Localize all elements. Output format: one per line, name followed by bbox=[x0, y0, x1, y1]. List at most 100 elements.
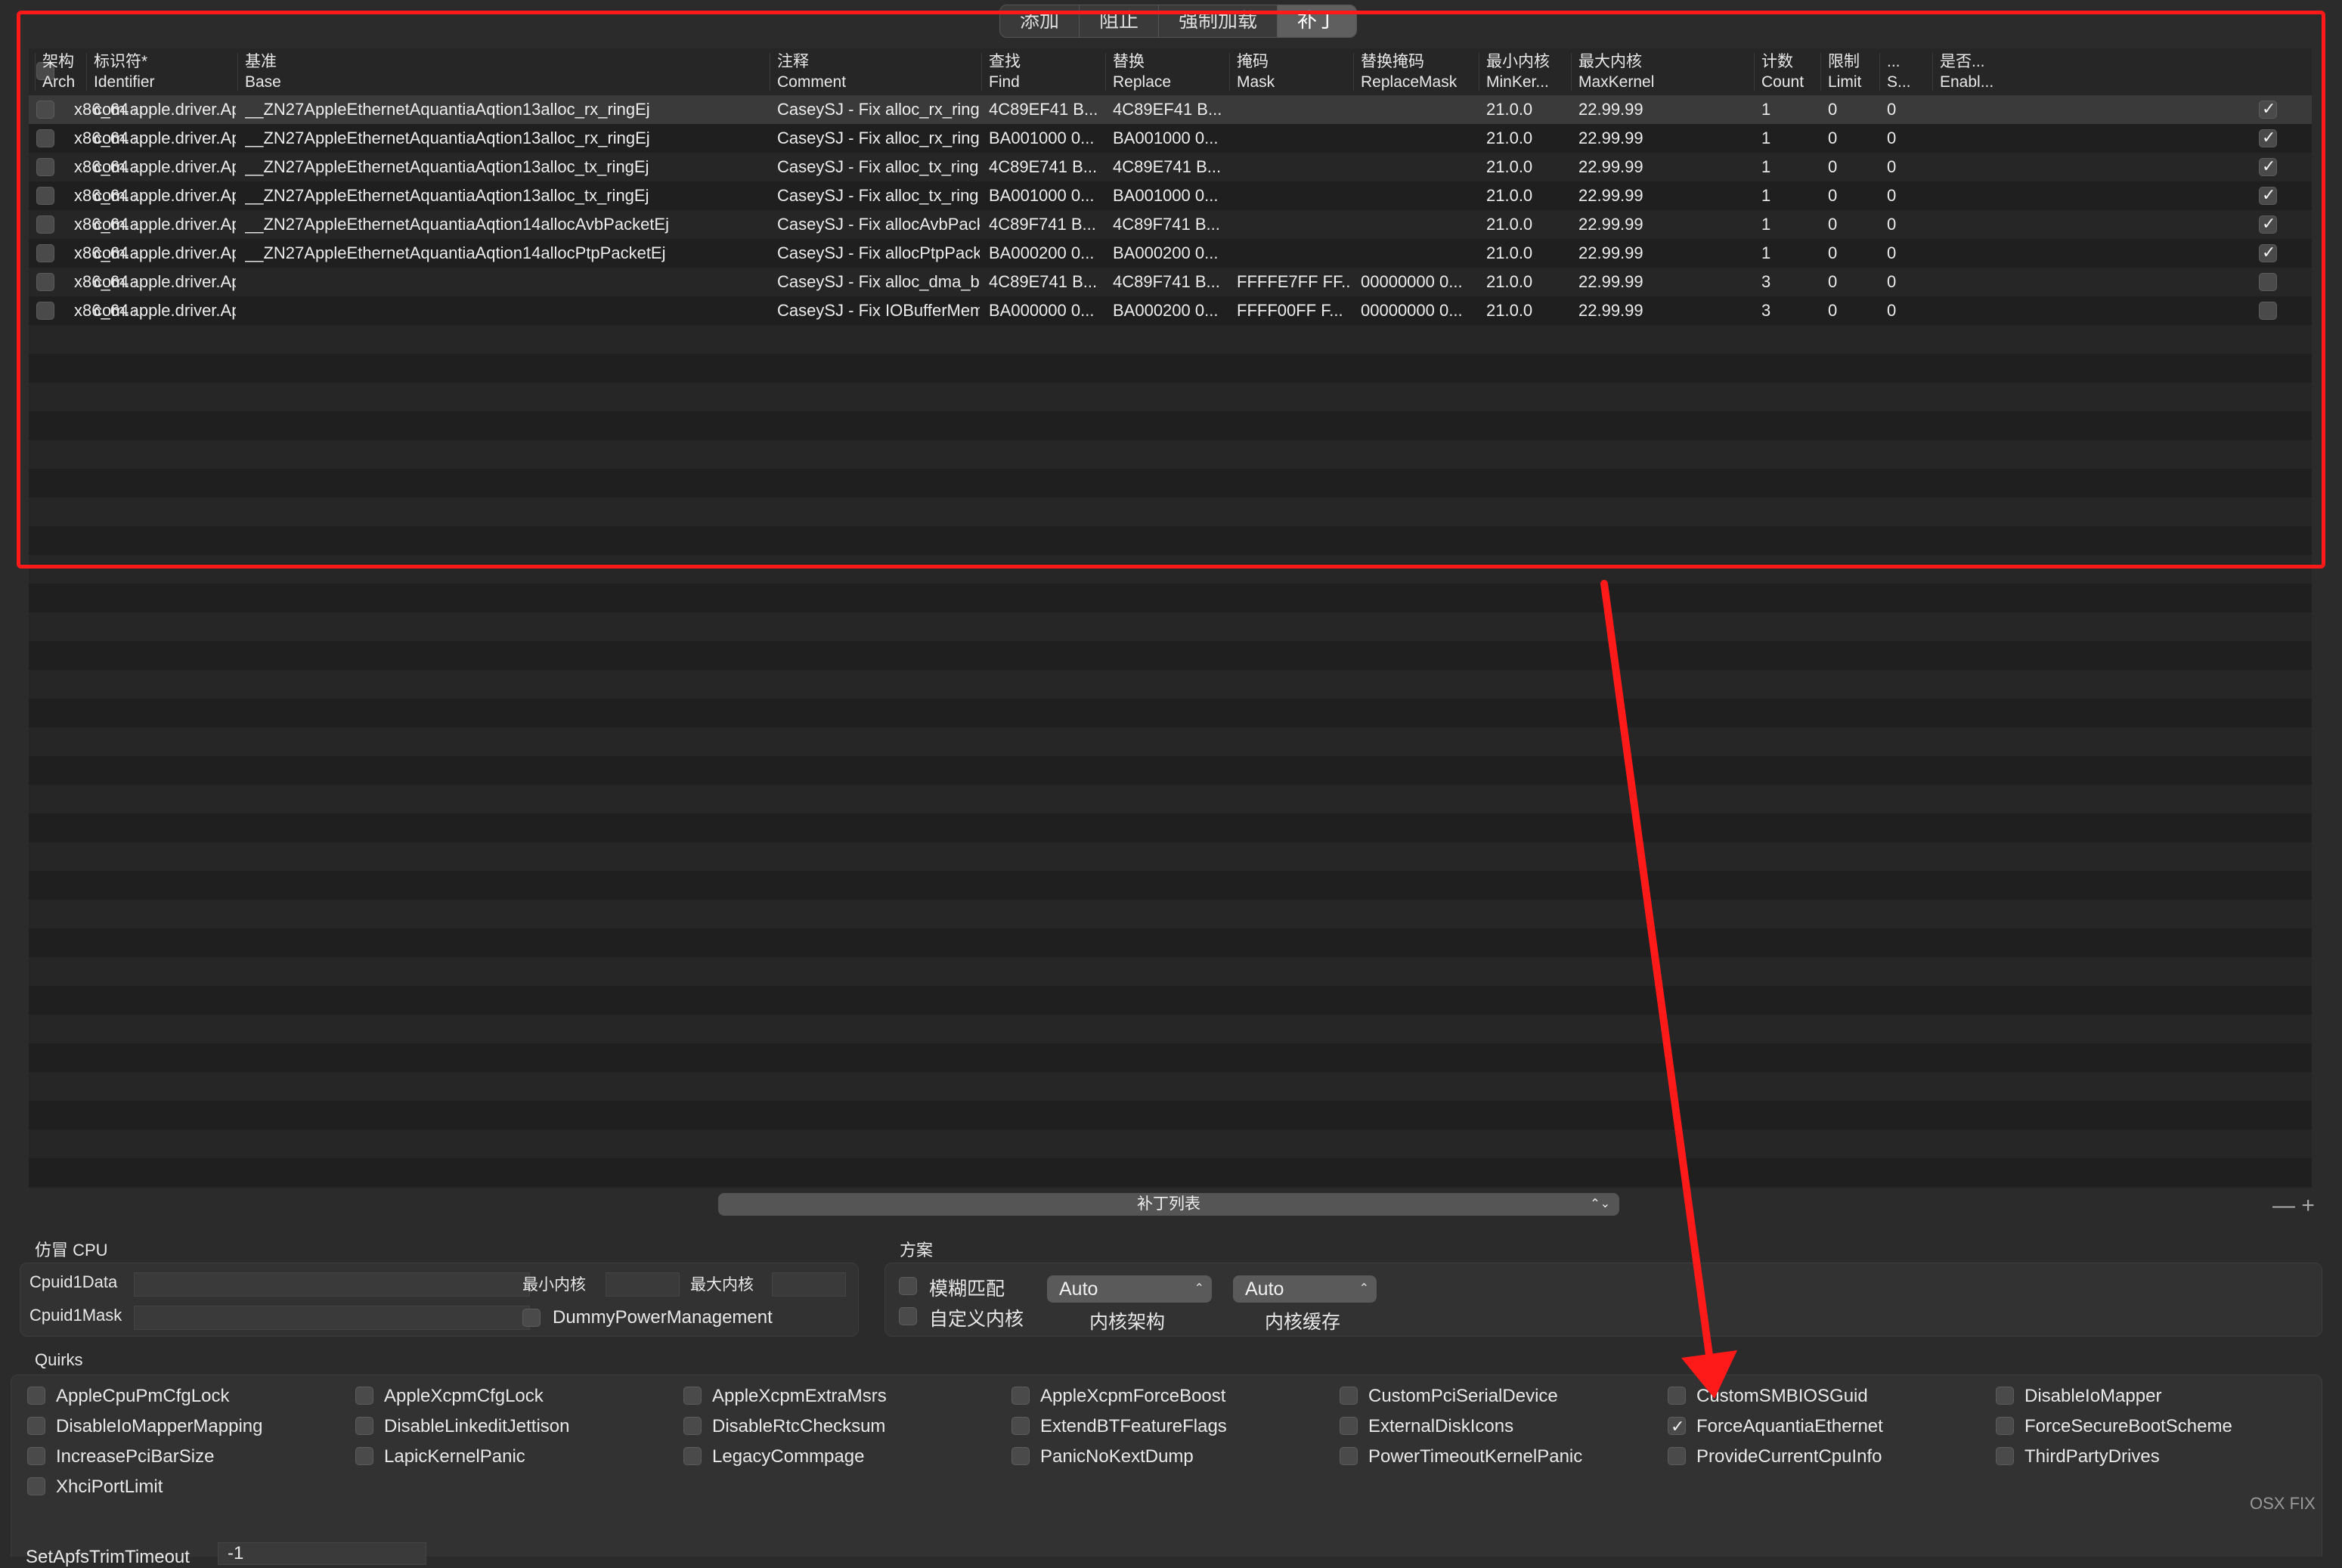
column-separator[interactable] bbox=[1820, 53, 1821, 91]
quirk-custompciserialdevice[interactable]: CustomPciSerialDevice bbox=[1340, 1385, 1558, 1408]
column-header-enabl[interactable]: 是否... Enabl... bbox=[1940, 51, 1993, 92]
cell-find[interactable]: 4C89E741 B... bbox=[989, 268, 1104, 296]
cell-comment[interactable]: CaseySJ - Fix alloc_rx_ring #1 bbox=[777, 95, 980, 124]
cell-minkernel[interactable]: 21.0.0 bbox=[1486, 268, 1569, 296]
table-row[interactable]: x86_64 ↕com.apple.driver.AppleEthernetAq… bbox=[29, 268, 2312, 296]
cell-limit[interactable]: 0 bbox=[1828, 296, 1878, 325]
quirk-externaldiskicons[interactable]: ExternalDiskIcons bbox=[1340, 1415, 1513, 1438]
cell-replace[interactable]: 4C89EF41 B... bbox=[1113, 95, 1228, 124]
column-separator[interactable] bbox=[1229, 53, 1230, 91]
quirk-checkbox[interactable] bbox=[1668, 1386, 1686, 1405]
cell-skip[interactable]: 0 bbox=[1887, 210, 1931, 239]
cell-minkernel[interactable]: 21.0.0 bbox=[1486, 296, 1569, 325]
cell-comment[interactable]: CaseySJ - Fix IOBufferMemoryDe... bbox=[777, 296, 980, 325]
cell-find[interactable]: 4C89F741 B... bbox=[989, 210, 1104, 239]
quirk-checkbox[interactable] bbox=[27, 1386, 45, 1405]
set-apfs-trim-field[interactable]: -1 bbox=[218, 1542, 426, 1565]
tab-1[interactable]: 阻止 bbox=[1080, 5, 1160, 37]
column-separator[interactable] bbox=[1105, 53, 1106, 91]
cell-limit[interactable]: 0 bbox=[1828, 268, 1878, 296]
quirk-checkbox[interactable] bbox=[27, 1416, 45, 1435]
cell-skip[interactable]: 0 bbox=[1887, 268, 1931, 296]
cell-mask[interactable]: FFFFE7FF FF... bbox=[1237, 268, 1352, 296]
enabled-checkbox[interactable] bbox=[2259, 273, 2277, 291]
cpuid1mask-field[interactable] bbox=[134, 1306, 530, 1330]
cell-base[interactable]: __ZN27AppleEthernetAquantiaAqtion14alloc… bbox=[245, 239, 768, 268]
quirk-disablertcchecksum[interactable]: DisableRtcChecksum bbox=[683, 1415, 885, 1438]
cell-find[interactable]: 4C89E741 B... bbox=[989, 153, 1104, 181]
quirk-thirdpartydrives[interactable]: ThirdPartyDrives bbox=[1996, 1446, 2160, 1468]
row-select-checkbox[interactable] bbox=[36, 158, 54, 176]
enabled-checkbox[interactable] bbox=[2259, 302, 2277, 320]
column-header-find[interactable]: 查找 Find bbox=[989, 51, 1021, 92]
column-header-s[interactable]: ... S... bbox=[1887, 51, 1911, 92]
cell-replace[interactable]: 4C89F741 B... bbox=[1113, 210, 1228, 239]
cell-maxkernel[interactable]: 22.99.99 bbox=[1578, 124, 1752, 153]
table-row[interactable]: x86_64 ↕com.apple.driver.AppleEthernetAq… bbox=[29, 153, 2312, 181]
column-header-maxkernel[interactable]: 最大内核 MaxKernel bbox=[1578, 51, 1654, 92]
row-select-checkbox[interactable] bbox=[36, 215, 54, 234]
fuzzy-match-checkbox[interactable] bbox=[899, 1277, 917, 1295]
quirk-forcesecurebootscheme[interactable]: ForceSecureBootScheme bbox=[1996, 1415, 2232, 1438]
cell-identifier[interactable]: com.apple.driver.AppleEthernetAq... bbox=[94, 296, 236, 325]
cell-find[interactable]: 4C89EF41 B... bbox=[989, 95, 1104, 124]
cell-minkernel[interactable]: 21.0.0 bbox=[1486, 153, 1569, 181]
quirk-checkbox[interactable] bbox=[1996, 1446, 2014, 1465]
column-separator[interactable] bbox=[237, 53, 238, 91]
cell-find[interactable]: BA001000 0... bbox=[989, 124, 1104, 153]
quirk-checkbox[interactable] bbox=[1996, 1386, 2014, 1405]
cell-identifier[interactable]: com.apple.driver.AppleEthernetAq... bbox=[94, 239, 236, 268]
cell-comment[interactable]: CaseySJ - Fix allocAvbPacket bbox=[777, 210, 980, 239]
cell-comment[interactable]: CaseySJ - Fix alloc_rx_ring #2 bbox=[777, 124, 980, 153]
cell-skip[interactable]: 0 bbox=[1887, 296, 1931, 325]
quirk-disableiomapper[interactable]: DisableIoMapper bbox=[1996, 1385, 2161, 1408]
cell-count[interactable]: 1 bbox=[1761, 153, 1819, 181]
column-header-mask[interactable]: 掩码 Mask bbox=[1237, 51, 1275, 92]
cell-maxkernel[interactable]: 22.99.99 bbox=[1578, 239, 1752, 268]
patch-table[interactable]: 架构 Arch 标识符* Identifier 基准 Base 注释 Comment 查找 Fin… bbox=[29, 48, 2312, 1188]
column-header-count[interactable]: 计数 Count bbox=[1761, 51, 1804, 92]
cell-skip[interactable]: 0 bbox=[1887, 239, 1931, 268]
cell-maxkernel[interactable]: 22.99.99 bbox=[1578, 210, 1752, 239]
cell-identifier[interactable]: com.apple.driver.AppleEthernetAq... bbox=[94, 268, 236, 296]
cell-maxkernel[interactable]: 22.99.99 bbox=[1578, 95, 1752, 124]
maxkernel-field[interactable] bbox=[772, 1272, 846, 1297]
quirk-checkbox[interactable] bbox=[683, 1386, 702, 1405]
cell-identifier[interactable]: com.apple.driver.AppleEthernetAq... bbox=[94, 95, 236, 124]
row-select-checkbox[interactable] bbox=[36, 129, 54, 147]
quirk-extendbtfeatureflags[interactable]: ExtendBTFeatureFlags bbox=[1011, 1415, 1227, 1438]
quirk-legacycommpage[interactable]: LegacyCommpage bbox=[683, 1446, 864, 1468]
cell-count[interactable]: 1 bbox=[1761, 239, 1819, 268]
quirk-customsmbiosguid[interactable]: CustomSMBIOSGuid bbox=[1668, 1385, 1868, 1408]
quirk-checkbox[interactable] bbox=[1011, 1386, 1030, 1405]
cell-count[interactable]: 1 bbox=[1761, 210, 1819, 239]
cell-count[interactable]: 1 bbox=[1761, 95, 1819, 124]
quirk-checkbox[interactable] bbox=[1340, 1446, 1358, 1465]
quirk-checkbox[interactable] bbox=[1011, 1416, 1030, 1435]
row-select-checkbox[interactable] bbox=[36, 244, 54, 262]
cell-limit[interactable]: 0 bbox=[1828, 95, 1878, 124]
cell-limit[interactable]: 0 bbox=[1828, 153, 1878, 181]
cell-base[interactable]: __ZN27AppleEthernetAquantiaAqtion13alloc… bbox=[245, 153, 768, 181]
cell-skip[interactable]: 0 bbox=[1887, 124, 1931, 153]
quirk-applexcpmextramsrs[interactable]: AppleXcpmExtraMsrs bbox=[683, 1385, 887, 1408]
column-separator[interactable] bbox=[981, 53, 982, 91]
row-select-checkbox[interactable] bbox=[36, 302, 54, 320]
cell-maxkernel[interactable]: 22.99.99 bbox=[1578, 296, 1752, 325]
cell-replacemask[interactable]: 00000000 0... bbox=[1361, 296, 1477, 325]
row-select-checkbox[interactable] bbox=[36, 101, 54, 119]
column-separator[interactable] bbox=[1571, 53, 1572, 91]
cell-minkernel[interactable]: 21.0.0 bbox=[1486, 210, 1569, 239]
cell-comment[interactable]: CaseySJ - Fix allocPtpPacket bbox=[777, 239, 980, 268]
column-header-minker[interactable]: 最小内核 MinKer... bbox=[1486, 51, 1550, 92]
enabled-checkbox[interactable] bbox=[2259, 156, 2277, 176]
cell-find[interactable]: BA000000 0... bbox=[989, 296, 1104, 325]
cell-skip[interactable]: 0 bbox=[1887, 95, 1931, 124]
table-row[interactable]: x86_64 ↕com.apple.driver.AppleEthernetAq… bbox=[29, 124, 2312, 153]
cell-replace[interactable]: 4C89E741 B... bbox=[1113, 153, 1228, 181]
quirk-checkbox[interactable] bbox=[1340, 1416, 1358, 1435]
cell-base[interactable]: __ZN27AppleEthernetAquantiaAqtion13alloc… bbox=[245, 124, 768, 153]
cell-identifier[interactable]: com.apple.driver.AppleEthernetAq... bbox=[94, 153, 236, 181]
quirk-applecpupmcfglock[interactable]: AppleCpuPmCfgLock bbox=[27, 1385, 229, 1408]
cell-maxkernel[interactable]: 22.99.99 bbox=[1578, 153, 1752, 181]
